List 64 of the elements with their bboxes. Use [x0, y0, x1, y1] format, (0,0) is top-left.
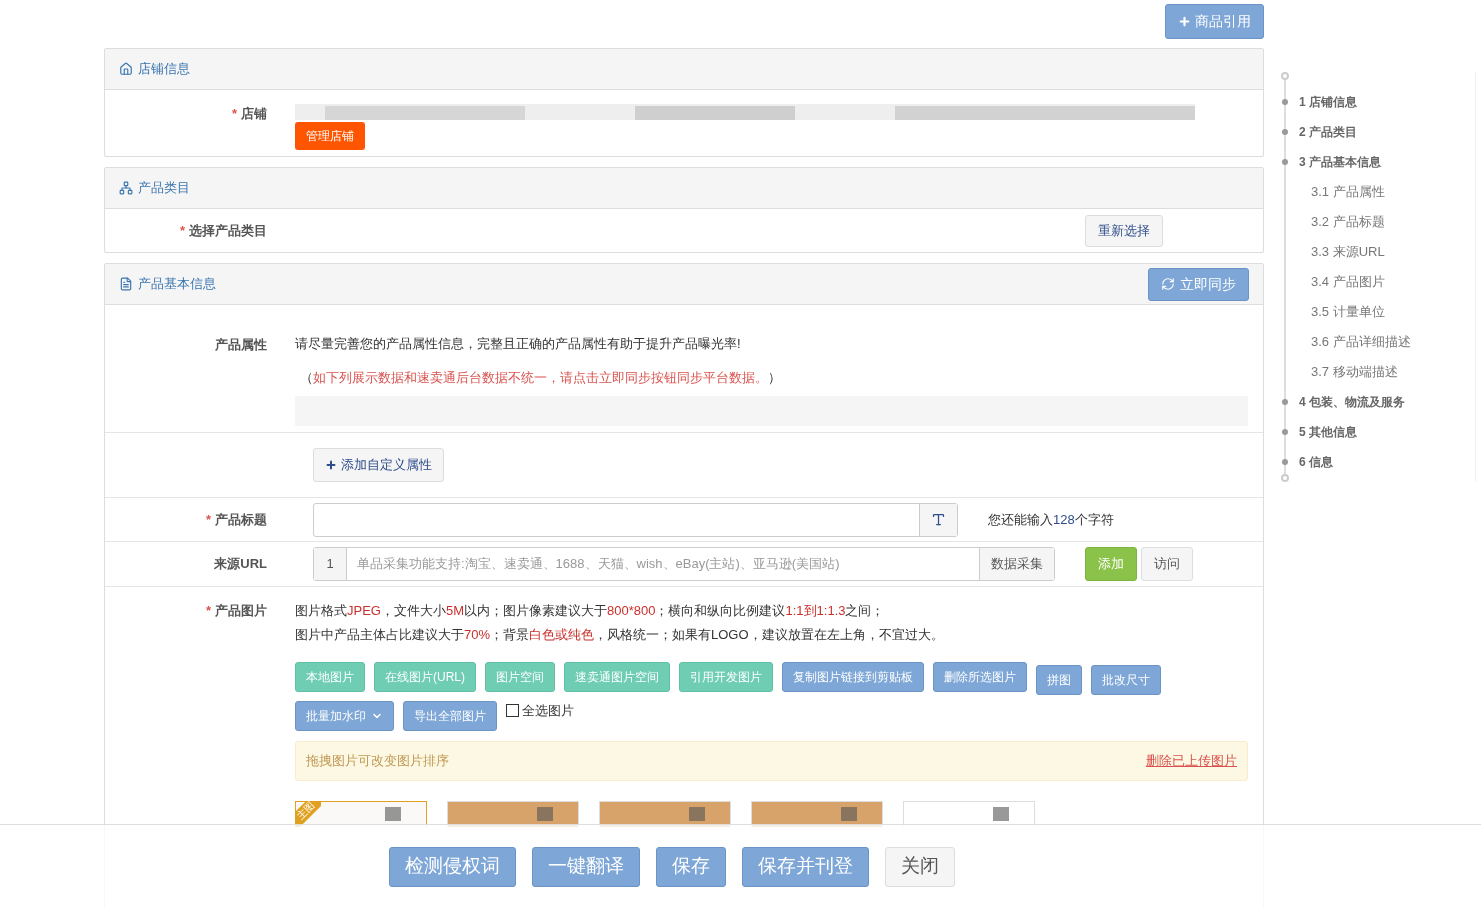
- reselect-button[interactable]: 重新选择: [1085, 214, 1163, 247]
- select-all-label: 全选图片: [522, 702, 574, 720]
- remaining-characters: 您还能输入128个字符: [988, 510, 1114, 529]
- drag-hint: 拖拽图片可改变图片排序: [306, 752, 449, 771]
- sync-button[interactable]: 立即同步: [1148, 267, 1249, 301]
- add-button[interactable]: 添加: [1085, 547, 1137, 581]
- field-label: 选择产品类目: [189, 221, 267, 240]
- image-tool-button[interactable]: 复制图片链接到剪贴板: [782, 662, 924, 692]
- action-button[interactable]: 检测侵权词: [389, 846, 516, 887]
- source-url-field[interactable]: 1 单品采集功能支持:淘宝、速卖通、1688、天猫、wish、eBay(主站)、亚马逊(美国站) 数据采集: [313, 547, 1055, 581]
- image-tool-button[interactable]: 导出全部图片: [403, 701, 497, 731]
- plus-icon: [1178, 15, 1191, 28]
- nav-subitem[interactable]: 3.2 产品标题: [1311, 212, 1385, 232]
- action-button[interactable]: 保存并刊登: [742, 846, 869, 887]
- image-tool-button[interactable]: 删除所选图片: [933, 662, 1027, 692]
- required-mark: *: [205, 510, 211, 529]
- home-icon: [119, 62, 133, 76]
- collect-data-button[interactable]: 数据采集: [979, 548, 1054, 580]
- action-button[interactable]: 保存: [656, 846, 726, 887]
- field-label: 产品图片: [215, 602, 267, 620]
- required-mark: *: [205, 602, 211, 620]
- document-icon: [119, 277, 133, 291]
- required-mark: *: [231, 105, 237, 123]
- visit-button[interactable]: 访问: [1141, 547, 1193, 581]
- image-tool-button[interactable]: 批量加水印: [295, 701, 394, 731]
- action-button[interactable]: 关闭: [885, 846, 955, 887]
- field-label: 产品属性: [215, 336, 267, 354]
- field-label: 产品标题: [215, 510, 267, 529]
- section-title: 店铺信息: [138, 60, 190, 79]
- main-image-label: 主图: [295, 801, 317, 822]
- select-all-checkbox[interactable]: [506, 704, 519, 718]
- refresh-icon: [1161, 277, 1175, 291]
- url-index: 1: [314, 548, 347, 580]
- nav-item[interactable]: 1 店铺信息: [1299, 93, 1357, 111]
- nav-subitem[interactable]: 3.3 来源URL: [1311, 242, 1385, 262]
- nav-item[interactable]: 6 信息: [1299, 453, 1333, 471]
- nav-item[interactable]: 3 产品基本信息: [1299, 153, 1381, 171]
- nav-item[interactable]: 5 其他信息: [1299, 423, 1357, 441]
- nav-item[interactable]: 4 包装、物流及服务: [1299, 393, 1405, 411]
- delete-uploaded-link[interactable]: 删除已上传图片: [1146, 751, 1237, 771]
- sync-warning: （如下列展示数据和速卖通后台数据不统一，请点击立即同步按钮同步平台数据。）: [300, 369, 782, 387]
- section-title: 产品类目: [138, 179, 190, 198]
- action-button[interactable]: 一键翻译: [532, 846, 640, 887]
- nav-subitem[interactable]: 3.4 产品图片: [1311, 272, 1385, 292]
- required-mark: *: [179, 221, 185, 240]
- quote-product-button[interactable]: 商品引用: [1165, 4, 1264, 39]
- add-attribute-button[interactable]: 添加自定义属性: [313, 448, 444, 482]
- manage-store-button[interactable]: 管理店铺: [295, 122, 365, 150]
- nav-subitem[interactable]: 3.7 移动端描述: [1311, 362, 1398, 382]
- section-title: 产品基本信息: [138, 275, 216, 294]
- field-label: 店铺: [241, 105, 267, 123]
- source-url-input[interactable]: 单品采集功能支持:淘宝、速卖通、1688、天猫、wish、eBay(主站)、亚马逊(美国站): [347, 548, 979, 580]
- nav-subitem[interactable]: 3.6 产品详细描述: [1311, 332, 1411, 352]
- plus-icon: [325, 459, 337, 471]
- field-label: 来源URL: [214, 555, 267, 574]
- sitemap-icon: [119, 181, 133, 195]
- attributes-tip: 请尽量完善您的产品属性信息，完整且正确的产品属性有助于提升产品曝光率!: [295, 335, 742, 353]
- nav-subitem[interactable]: 3.5 计量单位: [1311, 302, 1385, 322]
- nav-item[interactable]: 2 产品类目: [1299, 123, 1357, 141]
- nav-subitem[interactable]: 3.1 产品属性: [1311, 182, 1385, 202]
- image-tool-button[interactable]: 拼图: [1036, 665, 1082, 695]
- image-requirements: 图片中产品主体占比建议大于70%；背景白色或纯色，风格统一；如果有LOGO，建议放置在左上角，不宜过大。: [295, 626, 945, 644]
- image-tool-button[interactable]: 批改尺寸: [1091, 665, 1161, 695]
- image-requirements: 图片格式JPEG，文件大小5M以内；图片像素建议大于800*800；横向和纵向比例建议1:1到1:1.3之间；: [295, 602, 886, 620]
